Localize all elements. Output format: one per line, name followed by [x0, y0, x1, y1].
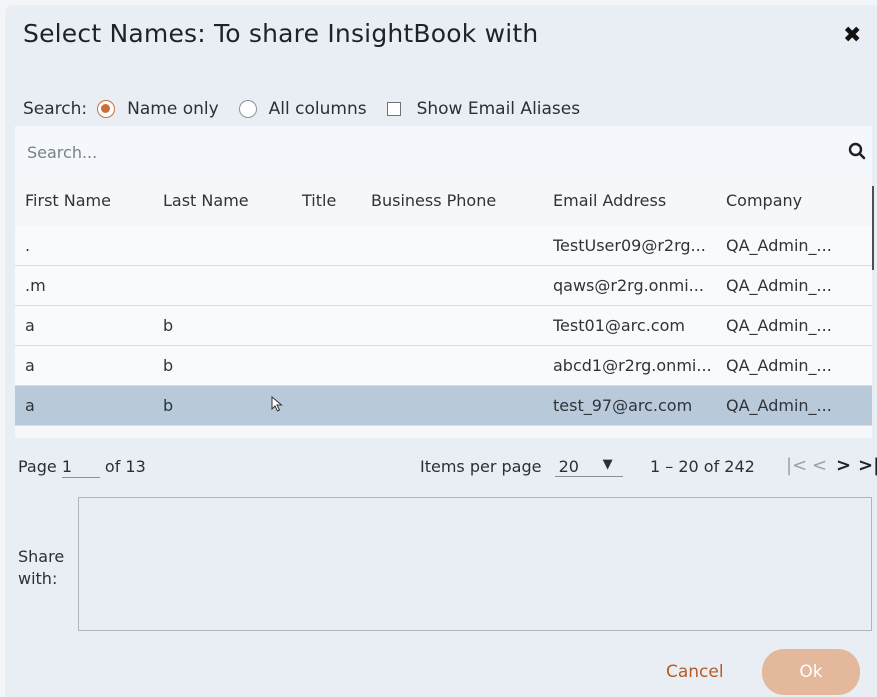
- cell-company: QA_Admin_...: [726, 356, 832, 375]
- search-input[interactable]: [25, 138, 819, 166]
- last-page-icon[interactable]: >|: [858, 455, 877, 476]
- share-label-line1: Share: [18, 547, 65, 566]
- cell-email: Test01@arc.com: [553, 316, 685, 335]
- table-row[interactable]: . TestUser09@r2rg... QA_Admin_...: [15, 226, 872, 266]
- radio-name-only[interactable]: [97, 100, 116, 118]
- cell-first-name: a: [25, 356, 35, 375]
- items-per-page-select[interactable]: 20 ▼: [554, 457, 623, 477]
- radio-all-columns-label[interactable]: All columns: [269, 99, 367, 119]
- cell-email: abcd1@r2rg.onmi...: [553, 356, 712, 375]
- cell-first-name: a: [25, 396, 35, 415]
- names-grid: First Name Last Name Title Business Phon…: [15, 126, 874, 438]
- column-header-first-name[interactable]: First Name: [25, 191, 111, 210]
- table-body: . TestUser09@r2rg... QA_Admin_... .m qaw…: [15, 226, 872, 426]
- column-header-last-name[interactable]: Last Name: [163, 191, 249, 210]
- table-row[interactable]: .m qaws@r2rg.onmi... QA_Admin_...: [15, 266, 872, 306]
- column-header-business-phone[interactable]: Business Phone: [371, 191, 496, 210]
- cell-company: QA_Admin_...: [726, 316, 832, 335]
- cell-email: TestUser09@r2rg...: [553, 236, 706, 255]
- table-header: First Name Last Name Title Business Phon…: [15, 176, 872, 227]
- cancel-button[interactable]: Cancel: [666, 662, 724, 682]
- table-row[interactable]: a b abcd1@r2rg.onmi... QA_Admin_...: [15, 346, 872, 386]
- cell-company: QA_Admin_...: [726, 236, 832, 255]
- cell-first-name: a: [25, 316, 35, 335]
- show-email-aliases-label[interactable]: Show Email Aliases: [417, 99, 581, 119]
- items-per-page: Items per page 20 ▼: [420, 457, 623, 477]
- share-label-line2: with:: [18, 569, 58, 588]
- page-range: 1 – 20 of 242: [650, 457, 755, 476]
- show-email-aliases-checkbox[interactable]: [386, 102, 401, 116]
- close-icon[interactable]: ✖: [843, 23, 861, 48]
- table-row-selected[interactable]: a b test_97@arc.com QA_Admin_...: [15, 386, 872, 426]
- share-with-field[interactable]: [78, 497, 872, 631]
- cell-email: qaws@r2rg.onmi...: [553, 276, 704, 295]
- next-page-icon[interactable]: >: [836, 455, 851, 476]
- search-mode-label: Search:: [23, 99, 88, 119]
- cell-last-name: b: [163, 396, 174, 415]
- page-label: Page: [18, 457, 57, 476]
- items-per-page-label: Items per page: [420, 457, 542, 476]
- radio-name-only-label[interactable]: Name only: [127, 99, 219, 119]
- cell-last-name: b: [163, 316, 174, 335]
- column-header-email-address[interactable]: Email Address: [553, 191, 666, 210]
- first-page-icon[interactable]: |<: [786, 455, 807, 476]
- table-scrollbar[interactable]: [872, 186, 874, 270]
- cell-first-name: .m: [25, 276, 46, 295]
- radio-all-columns[interactable]: [238, 100, 257, 118]
- table-row[interactable]: a b Test01@arc.com QA_Admin_...: [15, 306, 872, 346]
- cell-company: QA_Admin_...: [726, 276, 832, 295]
- search-icon[interactable]: [848, 142, 866, 160]
- page-indicator: Page 1 of 13: [18, 457, 146, 478]
- prev-page-icon[interactable]: <: [812, 455, 827, 476]
- ok-button[interactable]: Ok: [762, 649, 860, 695]
- items-per-page-value: 20: [558, 457, 579, 476]
- pagination-bar: Page 1 of 13 Items per page 20 ▼ 1 – 20 …: [18, 453, 877, 483]
- column-header-company[interactable]: Company: [726, 191, 802, 210]
- page-total: of 13: [104, 457, 146, 476]
- search-bar: [15, 126, 872, 177]
- dialog-title: Select Names: To share InsightBook with: [23, 19, 539, 48]
- column-header-title[interactable]: Title: [302, 191, 336, 210]
- cell-first-name: .: [25, 236, 31, 255]
- cell-company: QA_Admin_...: [726, 396, 832, 415]
- search-mode-row: Search: Name only All columns Show Email…: [23, 97, 580, 121]
- cell-last-name: b: [163, 356, 174, 375]
- mouse-cursor-icon: [271, 396, 283, 412]
- chevron-down-icon: ▼: [602, 457, 613, 472]
- page-number-input[interactable]: 1: [61, 457, 100, 478]
- cell-email: test_97@arc.com: [553, 396, 693, 415]
- share-with-label: Share with:: [18, 546, 64, 590]
